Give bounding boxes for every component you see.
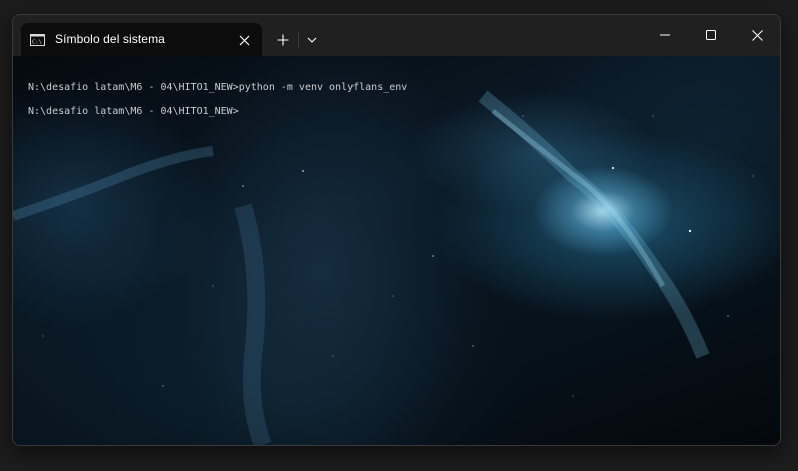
- terminal-window: C:\ Símbolo del sistema N:\desafio latam…: [12, 14, 781, 446]
- cmd-icon: C:\: [30, 34, 45, 46]
- new-tab-button[interactable]: [271, 28, 295, 52]
- tab-separator: [298, 31, 299, 49]
- tab-simbolo-del-sistema[interactable]: C:\ Símbolo del sistema: [21, 23, 262, 56]
- terminal-prompt-line: N:\desafio latam\M6 - 04\HITO1_NEW>: [28, 106, 239, 117]
- title-bar[interactable]: C:\ Símbolo del sistema: [13, 15, 780, 56]
- terminal-line: N:\desafio latam\M6 - 04\HITO1_NEW>pytho…: [28, 82, 408, 93]
- close-icon: [751, 29, 763, 41]
- tab-dropdown-button[interactable]: [301, 28, 323, 52]
- minimize-button[interactable]: [642, 15, 688, 55]
- tab-title: Símbolo del sistema: [55, 32, 165, 46]
- tab-close-button[interactable]: [232, 28, 256, 52]
- terminal-output[interactable]: N:\desafio latam\M6 - 04\HITO1_NEW>pytho…: [13, 56, 780, 445]
- close-icon: [239, 35, 249, 45]
- svg-text:C:\: C:\: [32, 40, 42, 46]
- minimize-icon: [660, 34, 670, 36]
- plus-icon: [277, 34, 289, 46]
- maximize-button[interactable]: [688, 15, 734, 55]
- chevron-down-icon: [307, 37, 317, 43]
- close-window-button[interactable]: [734, 15, 780, 55]
- maximize-icon: [706, 30, 716, 40]
